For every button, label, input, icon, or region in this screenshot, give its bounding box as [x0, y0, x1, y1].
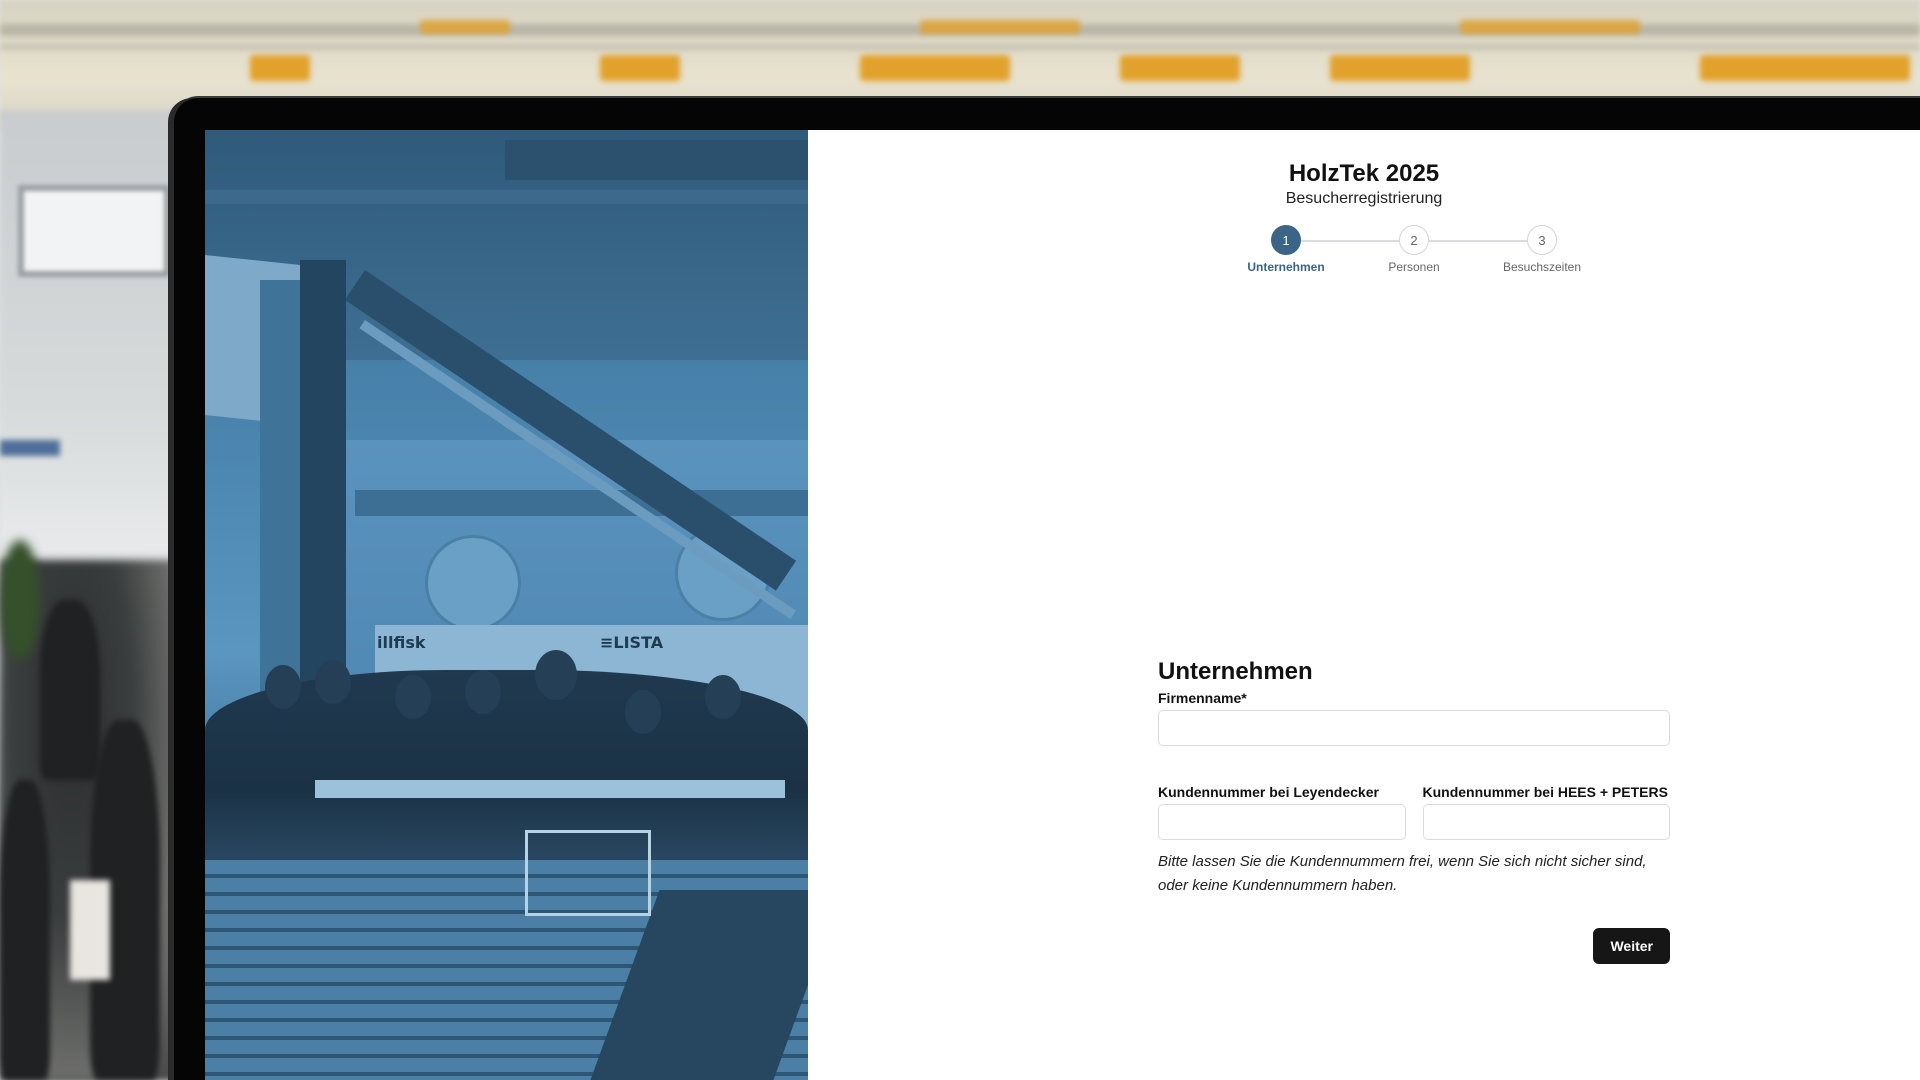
background-ceiling-light — [1330, 55, 1470, 81]
photo-cart — [525, 830, 651, 916]
photo-person-head — [395, 675, 431, 719]
photo-person-head — [265, 665, 301, 709]
background-ceiling-light — [1120, 55, 1240, 81]
background-ceiling-light — [1460, 20, 1640, 34]
photo-table — [315, 780, 785, 798]
hero-photo: illfisk ≡LISTA — [205, 130, 808, 1080]
photo-person-head — [535, 650, 577, 700]
photo-person-head — [465, 670, 501, 714]
step-label: Personen — [1388, 260, 1440, 274]
customer-number-leyendecker-label: Kundennummer bei Leyendecker — [1158, 784, 1379, 800]
booth-sign-text: illfisk — [377, 633, 426, 652]
form-actions: Weiter — [1158, 928, 1670, 964]
section-title: Unternehmen — [1158, 658, 1313, 685]
booth-sign-text: ≡LISTA — [600, 633, 664, 652]
photo-person-head — [315, 660, 351, 704]
company-form: Unternehmen Firmenname* Kundennummer bei… — [1158, 657, 1670, 964]
page-header: HolzTek 2025 Besucherregistrierung — [808, 160, 1920, 209]
background-ceiling-light — [250, 55, 310, 81]
company-name-input[interactable] — [1158, 710, 1670, 746]
customer-number-hint: Bitte lassen Sie die Kundennummern frei,… — [1158, 850, 1670, 898]
next-button[interactable]: Weiter — [1593, 928, 1670, 964]
background-person-shirt — [70, 880, 110, 980]
background-person — [40, 600, 100, 780]
step-label: Besuchszeiten — [1502, 260, 1582, 274]
step-label: Unternehmen — [1247, 260, 1325, 274]
background-window — [18, 185, 170, 277]
customer-number-hees-peters-input[interactable] — [1422, 804, 1670, 840]
step-number-badge: 3 — [1527, 225, 1557, 255]
hint-line: oder keine Kundennummern haben. — [1158, 877, 1398, 894]
background-ceiling-light — [1700, 55, 1910, 81]
app-screen: illfisk ≡LISTA HolzTek 2025 Besucherregi… — [205, 130, 1920, 1080]
background-ceiling-light — [420, 20, 510, 34]
photo-fan — [425, 535, 521, 631]
background-sign — [0, 440, 60, 456]
background-ceiling-light — [860, 55, 1010, 81]
photo-beam — [205, 190, 808, 204]
customer-number-hees-peters-label: Kundennummer bei HEES + PETERS — [1422, 784, 1668, 800]
background-ceiling-light — [600, 55, 680, 81]
photo-person-head — [705, 675, 741, 719]
photo-beam — [505, 140, 808, 180]
background-ceiling-light — [920, 20, 1080, 34]
step-number-badge: 1 — [1271, 225, 1301, 255]
company-name-label: Firmenname* — [1158, 690, 1247, 706]
step-besuchszeiten[interactable]: 3 Besuchszeiten — [1487, 225, 1597, 274]
photo-duct — [355, 490, 808, 516]
photo-person-head — [625, 690, 661, 734]
customer-number-hees-peters-group: Kundennummer bei HEES + PETERS — [1422, 783, 1670, 840]
page-title: HolzTek 2025 — [1288, 160, 1440, 187]
registration-panel: HolzTek 2025 Besucherregistrierung 1 Unt… — [808, 130, 1920, 1080]
background-plant — [0, 540, 40, 660]
background-person — [0, 780, 50, 1080]
customer-number-leyendecker-group: Kundennummer bei Leyendecker — [1158, 783, 1406, 840]
customer-number-leyendecker-input[interactable] — [1158, 804, 1406, 840]
step-unternehmen[interactable]: 1 Unternehmen — [1231, 225, 1341, 274]
scene: illfisk ≡LISTA HolzTek 2025 Besucherregi… — [0, 0, 1920, 1080]
background-beam — [0, 44, 1920, 50]
customer-number-row: Kundennummer bei Leyendecker Kundennumme… — [1158, 783, 1670, 840]
hint-line: Bitte lassen Sie die Kundennummern frei,… — [1158, 853, 1647, 870]
page-subtitle: Besucherregistrierung — [1285, 190, 1443, 207]
progress-stepper: 1 Unternehmen 2 Personen 3 Besuchszeiten — [1231, 225, 1581, 285]
step-personen[interactable]: 2 Personen — [1359, 225, 1469, 274]
step-number-badge: 2 — [1399, 225, 1429, 255]
